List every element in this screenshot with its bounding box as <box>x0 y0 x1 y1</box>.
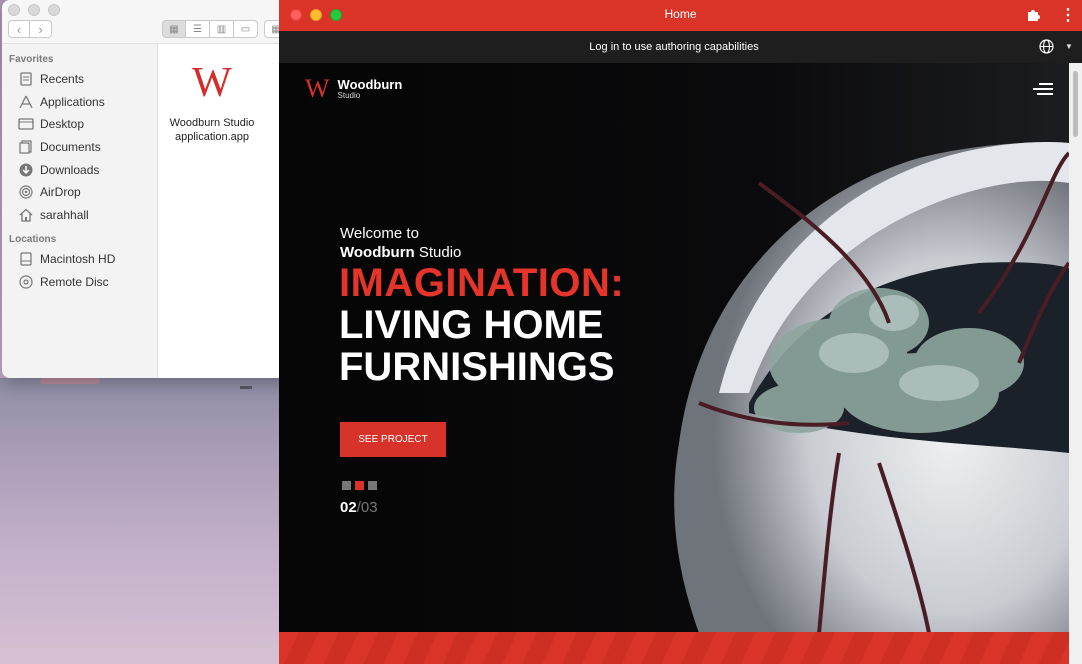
scrollbar-thumb[interactable] <box>1073 71 1078 137</box>
authoring-notice-bar: Log in to use authoring capabilities ▼ <box>279 31 1082 63</box>
sidebar-item-label: Macintosh HD <box>40 252 116 267</box>
website-page: W Woodburn Studio Welcome to Woodburn St… <box>279 63 1069 664</box>
current-slide: 02 <box>340 499 357 516</box>
hero-headline-line2: LIVING HOME <box>339 303 604 347</box>
sidebar-item-label: Desktop <box>40 117 85 132</box>
app-window: Home ⋮ Log in to use authoring capabilit… <box>279 0 1082 664</box>
icon-view-button[interactable]: ▦ <box>162 20 186 38</box>
wallpaper-reflection <box>40 378 100 384</box>
logo-name: Woodburn <box>337 77 403 92</box>
file-name: Woodburn Studio application.app <box>162 116 262 144</box>
disk-icon <box>18 251 34 267</box>
globe-icon[interactable] <box>1039 39 1054 54</box>
sidebar-item-airdrop[interactable]: AirDrop <box>2 181 157 204</box>
home-icon <box>18 207 34 223</box>
window-title: Home <box>664 7 697 21</box>
sidebar-item-label: AirDrop <box>40 185 81 200</box>
sidebar-item-documents[interactable]: Documents <box>2 136 157 159</box>
hero-studio-rest: Studio <box>414 244 462 261</box>
wallpaper-boat <box>240 386 252 389</box>
view-mode-switcher: ▦ ☰ ▥ ▭ <box>162 20 258 38</box>
sidebar-item-label: Downloads <box>40 162 100 177</box>
slide-counter: 02/03 <box>340 499 378 516</box>
sidebar-item-recents[interactable]: Recents <box>2 68 157 91</box>
woodburn-app-icon: W <box>192 60 232 106</box>
chevron-left-icon: ‹ <box>16 21 22 37</box>
sidebar-section-favorites: Favorites <box>9 54 54 65</box>
finder-sidebar: Favorites Recents Applications Desktop D… <box>2 44 158 378</box>
sidebar-item-label: Recents <box>40 72 85 87</box>
slider-dot-1[interactable] <box>342 481 351 490</box>
file-name-line1: Woodburn Studio <box>169 117 255 129</box>
list-icon: ☰ <box>193 23 202 35</box>
hero-studio-bold: Woodburn <box>340 244 415 261</box>
finder-window-controls <box>8 4 60 16</box>
slider-dot-3[interactable] <box>368 481 377 490</box>
sidebar-item-label: Remote Disc <box>40 275 109 290</box>
sidebar-section-locations: Locations <box>9 234 57 246</box>
gallery-view-button[interactable]: ▭ <box>234 20 258 38</box>
hero-welcome-text: Welcome to <box>340 225 419 242</box>
puzzle-icon[interactable] <box>1025 7 1041 23</box>
see-project-button[interactable]: SEE PROJECT <box>340 422 446 457</box>
hamburger-menu-icon[interactable] <box>1033 83 1053 95</box>
airdrop-icon <box>18 184 34 200</box>
logo-subtitle: Studio <box>337 91 361 100</box>
applications-icon <box>18 94 34 110</box>
logo-text: Woodburn Studio <box>338 78 403 100</box>
file-name-line2: application.app <box>174 131 249 143</box>
sidebar-item-home[interactable]: sarahhall <box>2 204 157 227</box>
column-view-button[interactable]: ▥ <box>210 20 234 38</box>
sidebar-item-label: Documents <box>40 140 101 155</box>
page-scrollbar[interactable] <box>1069 63 1082 664</box>
hero-headline-accent: IMAGINATION: <box>339 261 625 305</box>
hero-headline-line3: FURNISHINGS <box>339 345 615 389</box>
site-logo[interactable]: W Woodburn Studio <box>305 74 403 103</box>
desktop-icon <box>18 116 34 132</box>
app-titlebar: Home ⋮ <box>279 0 1082 31</box>
sidebar-item-applications[interactable]: Applications <box>2 91 157 114</box>
documents-icon <box>18 139 34 155</box>
logo-mark: W <box>305 74 330 103</box>
finder-toolbar: ‹ › ▦ ☰ ▥ ▭ ▦ <box>2 0 302 44</box>
recents-icon <box>18 71 34 87</box>
navigation-buttons: ‹ › <box>8 20 52 38</box>
sidebar-item-label: Applications <box>40 94 105 109</box>
sidebar-item-remote-disc[interactable]: Remote Disc <box>2 271 157 294</box>
sidebar-item-desktop[interactable]: Desktop <box>2 113 157 136</box>
minimize-window-button[interactable] <box>28 4 40 16</box>
gallery-icon: ▭ <box>240 23 251 35</box>
more-options-icon[interactable]: ⋮ <box>1060 5 1076 25</box>
slider-dots <box>342 481 377 490</box>
grid-icon: ▦ <box>169 23 179 35</box>
columns-icon: ▥ <box>216 23 227 35</box>
zoom-window-button[interactable] <box>48 4 60 16</box>
chevron-right-icon: › <box>38 21 43 37</box>
downloads-icon <box>18 162 34 178</box>
remote-disc-icon <box>18 274 34 290</box>
slider-dot-2[interactable] <box>355 481 364 490</box>
bottom-red-band <box>279 632 1069 664</box>
back-button[interactable]: ‹ <box>8 20 30 38</box>
sidebar-item-label: sarahhall <box>40 207 89 222</box>
file-item-woodburn-app[interactable]: W Woodburn Studio application.app <box>162 62 262 144</box>
desktop-wallpaper-lake <box>0 378 280 664</box>
chevron-down-icon[interactable]: ▼ <box>1065 42 1073 51</box>
total-slides: 03 <box>360 499 378 516</box>
finder-window: ‹ › ▦ ☰ ▥ ▭ ▦ Favorites Recents Applicat… <box>2 0 302 378</box>
sidebar-item-macintosh-hd[interactable]: Macintosh HD <box>2 248 157 271</box>
hero-studio-text: Woodburn Studio <box>340 244 461 261</box>
sidebar-item-downloads[interactable]: Downloads <box>2 158 157 181</box>
close-window-button[interactable] <box>8 4 20 16</box>
login-prompt-text[interactable]: Log in to use authoring capabilities <box>279 31 1069 63</box>
forward-button[interactable]: › <box>30 20 52 38</box>
list-view-button[interactable]: ☰ <box>186 20 210 38</box>
